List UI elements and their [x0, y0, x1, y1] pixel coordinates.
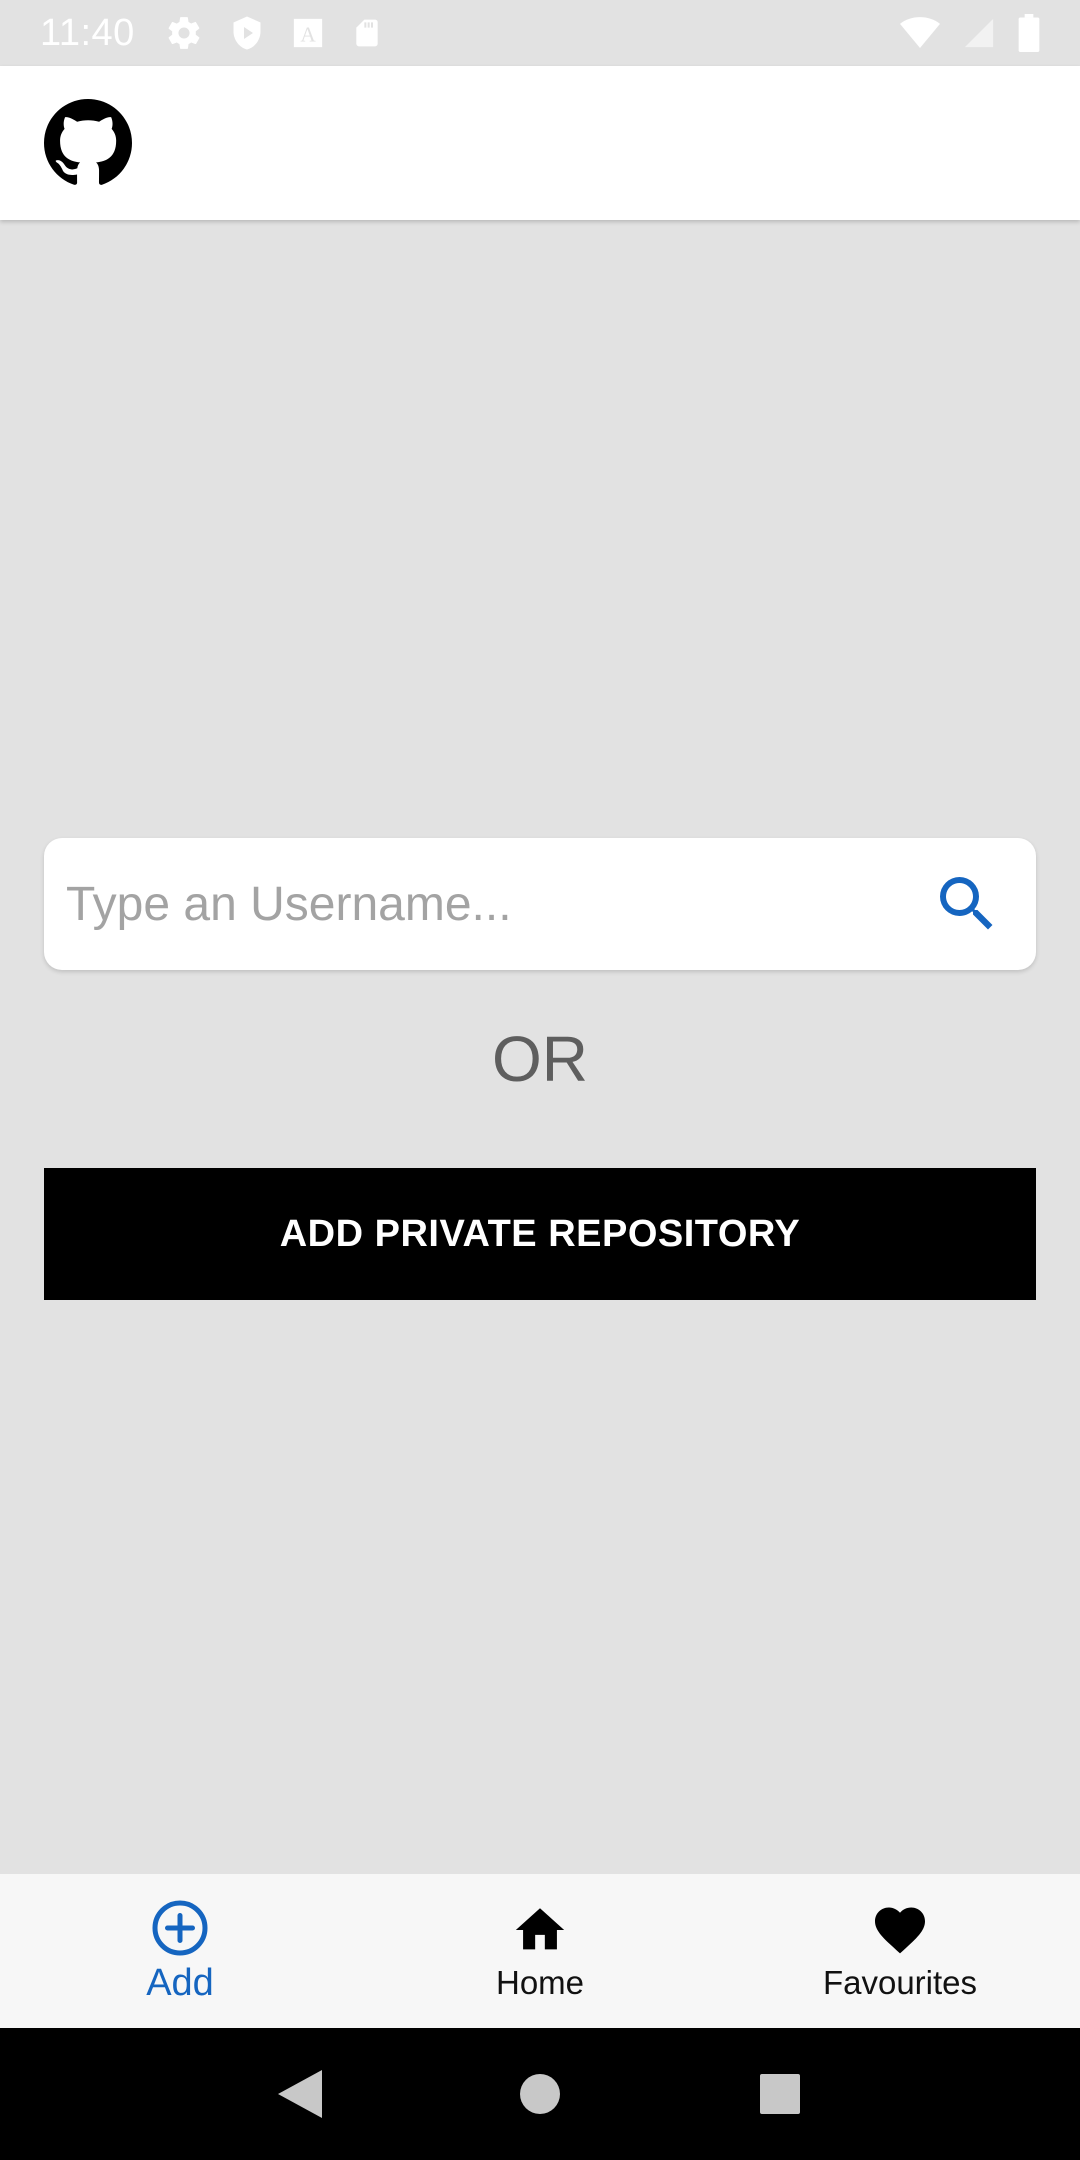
status-system-icons — [900, 14, 1040, 52]
nav-item-add[interactable]: Add — [0, 1874, 360, 2028]
system-navigation-bar — [0, 2028, 1080, 2160]
username-search-box — [44, 838, 1036, 970]
nav-item-favourites[interactable]: Favourites — [720, 1874, 1080, 2028]
recents-icon — [760, 2074, 800, 2114]
nav-label-favourites: Favourites — [822, 1964, 978, 2001]
search-icon — [940, 877, 993, 930]
home-circle-icon — [520, 2074, 560, 2114]
system-back-button[interactable] — [270, 2064, 330, 2124]
nav-label-home: Home — [495, 1964, 585, 2001]
system-home-button[interactable] — [510, 2064, 570, 2124]
settings-icon — [165, 14, 203, 52]
bottom-navigation: Add Home Favourites — [0, 1874, 1080, 2028]
battery-icon — [1018, 14, 1040, 52]
app-bar — [0, 66, 1080, 220]
search-button[interactable] — [928, 865, 1006, 943]
or-separator: OR — [492, 1023, 588, 1095]
status-time: 11:40 — [40, 11, 135, 54]
add-private-repository-button[interactable]: ADD PRIVATE REPOSITORY — [44, 1168, 1036, 1300]
home-icon — [515, 1908, 565, 1950]
username-search-input[interactable] — [66, 876, 928, 932]
status-notification-icons: A — [165, 14, 383, 52]
add-circle-icon — [152, 1900, 208, 1955]
wifi-icon — [900, 16, 940, 50]
system-recents-button[interactable] — [750, 2064, 810, 2124]
heart-icon — [875, 1907, 925, 1954]
font-a-icon: A — [291, 16, 325, 50]
back-icon — [278, 2070, 322, 2118]
status-bar: 11:40 A — [0, 0, 1080, 66]
nav-label-add: Add — [146, 1961, 214, 2004]
github-logo-icon — [44, 99, 132, 185]
nav-item-home[interactable]: Home — [360, 1874, 720, 2028]
sd-card-icon — [351, 15, 383, 51]
cell-signal-icon — [962, 16, 996, 50]
shield-play-icon — [229, 14, 265, 52]
svg-text:A: A — [300, 23, 316, 47]
